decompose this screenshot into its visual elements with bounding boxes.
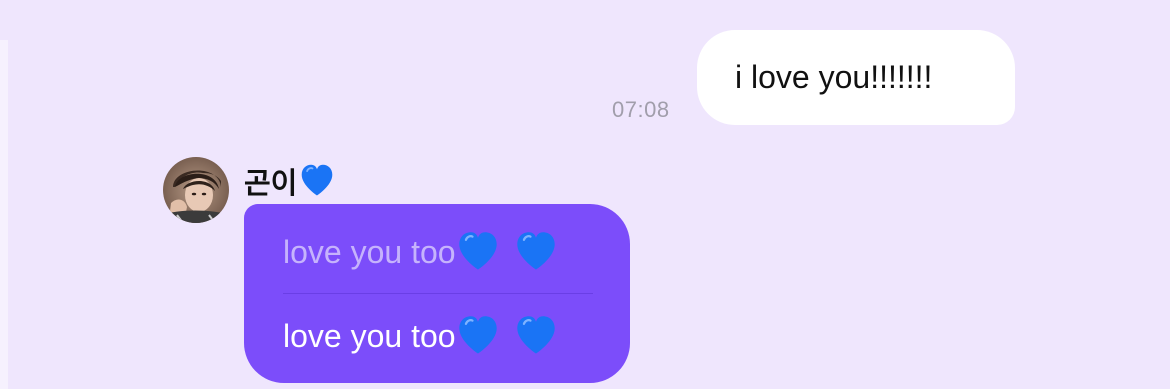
sender-avatar[interactable] [163, 157, 229, 223]
left-edge-strip [0, 40, 8, 389]
sender-name-text: 곤이 [244, 168, 298, 200]
blue-heart-icon [458, 232, 497, 270]
reply-message-text: love you too [283, 317, 456, 354]
reply-message: love you too [283, 314, 558, 358]
sender-name[interactable]: 곤이 [244, 160, 335, 202]
sent-message-text: i love you!!!!!!! [735, 59, 933, 95]
blue-heart-icon [302, 164, 333, 196]
reply-divider [283, 293, 593, 294]
blue-heart-icon [458, 316, 497, 354]
received-message-bubble[interactable]: love you too love you too [244, 204, 630, 383]
quoted-message-text: love you too [283, 233, 456, 270]
message-timestamp: 07:08 [612, 97, 670, 122]
blue-heart-icon [516, 316, 555, 354]
blue-heart-icon [516, 232, 555, 270]
sent-message-bubble[interactable]: i love you!!!!!!! [697, 30, 1015, 125]
quoted-message[interactable]: love you too [283, 230, 558, 274]
